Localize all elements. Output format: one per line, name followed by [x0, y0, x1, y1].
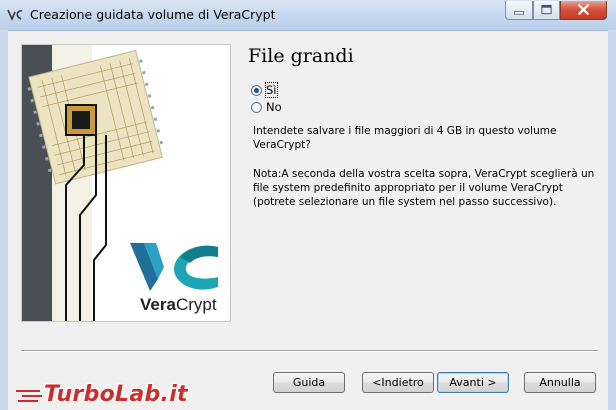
close-button[interactable]	[560, 1, 607, 20]
minimize-icon	[513, 11, 525, 15]
next-button[interactable]: Avanti >	[437, 372, 509, 393]
separator-line	[21, 350, 598, 352]
note-text: Nota:A seconda della vostra scelta sopra…	[253, 168, 595, 208]
radio-button-yes[interactable]	[251, 84, 262, 96]
veracrypt-app-icon	[7, 9, 23, 21]
veracrypt-wordmark: VeraCrypt	[140, 295, 217, 315]
question-text: Intendete salvare i file maggiori di 4 G…	[253, 125, 557, 151]
close-icon	[578, 4, 589, 15]
watermark-text: TurboLab.it	[44, 382, 188, 407]
window-title: Creazione guidata volume di VeraCrypt	[30, 7, 276, 22]
window-frame-left	[0, 30, 8, 410]
title-bar[interactable]: Creazione guidata volume di VeraCrypt	[0, 0, 616, 31]
wordmark-suffix: Crypt	[175, 295, 217, 314]
radio-label-no[interactable]: No	[266, 100, 282, 114]
radio-option-no[interactable]: No	[251, 100, 282, 114]
maximize-button[interactable]	[533, 1, 560, 20]
maximize-icon	[541, 4, 552, 15]
wizard-artwork: VeraCrypt	[21, 44, 231, 322]
radio-button-no[interactable]	[251, 101, 262, 113]
radio-label-yes[interactable]: Sì	[265, 82, 278, 98]
speed-lines-icon	[16, 389, 42, 402]
page-title: File grandi	[248, 45, 354, 67]
minimize-button[interactable]	[505, 1, 533, 20]
radio-option-yes[interactable]: Sì	[251, 82, 278, 98]
wizard-window: Creazione guidata volume di VeraCrypt Ve…	[0, 0, 616, 410]
window-frame-right	[608, 30, 616, 410]
watermark: TurboLab.it	[14, 382, 188, 407]
back-button[interactable]: <Indietro	[362, 372, 434, 393]
cancel-button[interactable]: Annulla	[524, 372, 596, 393]
help-button[interactable]: Guida	[273, 372, 345, 393]
veracrypt-logo-icon	[130, 243, 218, 291]
wordmark-prefix: Vera	[140, 295, 176, 314]
